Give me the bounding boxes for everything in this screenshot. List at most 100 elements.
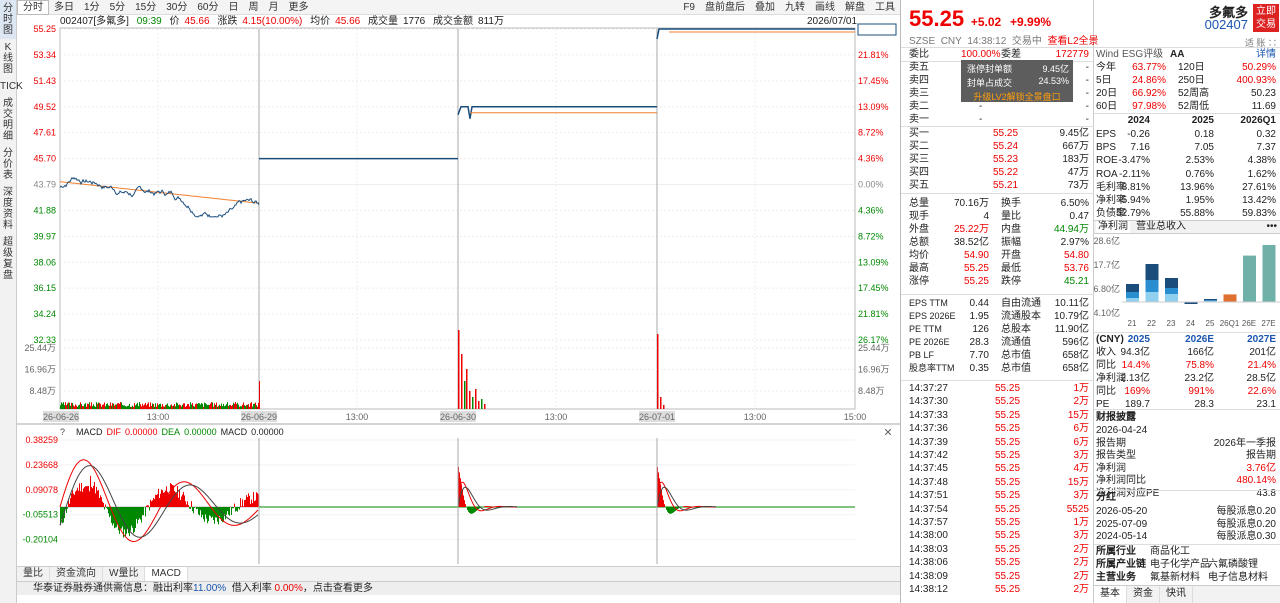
y-tick-label: 38.06 [33,257,56,267]
macd-bar [130,507,131,531]
wind-label: Wind [1096,49,1119,60]
bar-y-label: 6.80亿 [1094,283,1120,294]
macd-bar [150,499,151,507]
macd-bar [683,506,684,507]
indicator-tab-0[interactable]: 量比 [17,567,50,581]
val-label: 总股本 [1001,324,1031,335]
x-tick-label: 13:00 [545,412,568,422]
indicator-tab-1[interactable]: 资金流向 [50,567,103,581]
fin-head-cell: 2026Q1 [1240,115,1276,126]
macd-bar [209,507,210,516]
stat-value: 25.22万 [953,224,989,235]
macd-bar [225,507,226,520]
tab-revenue[interactable]: 营业总收入 [1136,221,1186,233]
fin-cell: 13.42% [1242,195,1276,206]
macd-bar [250,503,251,507]
bid-vol: 47万 [1067,167,1089,178]
macd-bar [670,507,671,514]
macd-bar [142,507,143,516]
macd-bar [191,501,192,507]
close-icon[interactable]: ✕ [883,427,892,439]
macd-bar [106,507,107,508]
volume-bar [205,403,206,409]
macd-bar [236,507,237,511]
ind-value[interactable]: 电子化学产品 [1150,558,1210,571]
macd-bar [77,487,78,507]
tab-net-profit[interactable]: 净利润 [1096,221,1130,233]
volume-bar [458,330,460,409]
trade-row: 14:38:03 55.25 2万 [909,543,1089,556]
volume-bar [119,403,120,409]
more-icon[interactable]: ••• [1266,221,1277,233]
volume-bar [203,406,204,409]
overlay-upgrade-link[interactable]: 升级LV2解锁全景盘口 [961,90,1073,103]
macd-bar [135,507,136,528]
ind-value[interactable]: 氟基新材料 [1150,571,1200,584]
macd-bar [662,495,663,507]
ind-value[interactable]: 商品化工 [1150,545,1190,558]
macd-bar [131,507,132,526]
volume-bar [171,404,172,409]
val-label: PB LF [909,350,935,360]
x-tick-label: 13:00 [346,412,369,422]
ind-value2[interactable]: 电子信息材料 [1208,571,1268,584]
volume-bar [140,404,141,409]
dividend-row: 2024-05-14 每股派息0.30 [1096,530,1276,543]
volume-bar [149,406,150,409]
f10-tab-1[interactable]: 资金 [1127,586,1160,603]
macd-bar [159,498,160,507]
macd-bar [208,507,209,522]
y-tick-label: 47.61 [33,128,56,138]
intraday-chart[interactable]: 55.2526.17%53.3421.81%51.4317.45%49.5213… [0,0,900,566]
esg-detail-link[interactable]: 详情 [1256,48,1276,61]
macd-bar [484,506,485,507]
f10-tab-0[interactable]: 基本 [1094,586,1127,603]
macd-bar [147,505,148,507]
profit-bar [1165,294,1178,302]
ind-value2[interactable]: 六氟磷酸锂 [1208,558,1258,571]
trade-row: 14:37:39 55.25 6万 [909,436,1089,449]
margin-ticker[interactable]: 华泰证券融券通供需信息：融出利率11.00% 借入利率 0.00%，点击查看更多 [17,581,900,595]
trade-time: 14:38:09 [909,570,948,582]
ask-vol: - [1085,88,1089,99]
volume-bar [96,402,97,409]
volume-bar [199,403,200,409]
val-label: PE 2026E [909,337,950,347]
indicator-tab-2[interactable]: W量比 [103,567,146,581]
volume-bar [180,405,181,409]
volume-bar [461,354,463,409]
volume-bar [102,404,103,409]
volume-bar [246,404,247,409]
x-tick-label: 15:00 [844,412,867,422]
bar-x-label: 26Q1 [1220,319,1240,328]
trade-time: 14:38:00 [909,530,948,542]
trade-now-button[interactable]: 立即交易 [1253,4,1279,32]
y-tick-label: 53.34 [33,50,56,60]
macd-bar [257,493,258,507]
volume-bar [154,406,155,409]
volume-bar [95,406,96,409]
l2-link[interactable]: 查看L2全景 [1047,36,1098,47]
macd-bar [196,507,197,510]
trade-vol: 3万 [1073,450,1089,461]
volume-bar [215,404,216,409]
macd-bar [181,496,182,507]
forecast-row: 净利润 2.13亿 23.2亿 28.5亿 [1096,372,1276,385]
y-tick-label: 36.15 [33,283,56,293]
stat-row: 现手 4 量比 0.47 [909,210,1089,223]
volume-bar [234,403,235,409]
ticker-text3: ，点击查看更多 [302,583,373,594]
y-tick-pct: 8.72% [858,231,884,241]
y-tick-label: 49.52 [33,102,56,112]
indicator-tab-3[interactable]: MACD [145,567,188,581]
volume-bar [229,405,230,409]
macd-bar [485,506,486,507]
macd-help-icon[interactable]: ? [60,427,65,437]
vol-tick-label: 25.44万 [24,343,56,353]
f10-tab-2[interactable]: 快讯 [1160,586,1193,603]
l2-overlay[interactable]: 涨停封单额 9.45亿 封单占成交 24.53% 升级LV2解锁全景盘口 [961,60,1073,102]
macd-bar [472,507,473,514]
volume-bar [99,402,100,409]
volume-bar [190,402,191,409]
trade-row: 14:37:27 55.25 1万 [909,382,1089,395]
